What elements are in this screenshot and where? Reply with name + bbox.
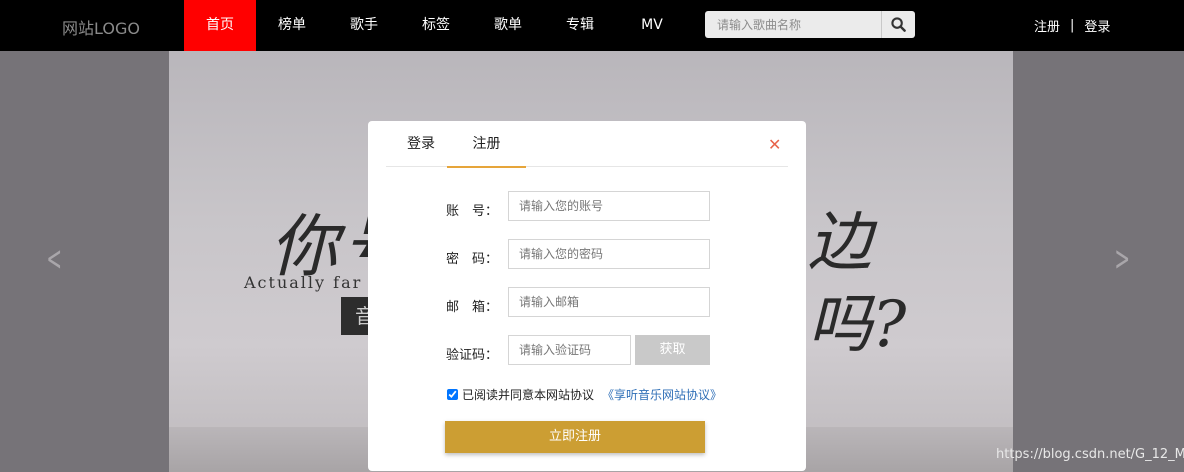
main-nav: 首页 榜单 歌手 标签 歌单 专辑 MV bbox=[184, 0, 688, 51]
nav-item-playlists[interactable]: 歌单 bbox=[472, 0, 544, 51]
watermark: https://blog.csdn.net/G_12_M bbox=[996, 447, 1184, 462]
carousel-next-icon[interactable]: > bbox=[1114, 239, 1130, 279]
nav-item-home[interactable]: 首页 bbox=[184, 0, 256, 51]
password-input[interactable] bbox=[508, 239, 710, 269]
password-label: 密 码： bbox=[446, 252, 499, 267]
email-input[interactable] bbox=[508, 287, 710, 317]
top-nav-bar: 网站LOGO 首页 榜单 歌手 标签 歌单 专辑 MV 注册 | 登录 bbox=[0, 0, 1184, 51]
register-submit-button[interactable]: 立即注册 bbox=[445, 421, 705, 453]
nav-item-singers[interactable]: 歌手 bbox=[328, 0, 400, 51]
nav-item-charts[interactable]: 榜单 bbox=[256, 0, 328, 51]
register-link[interactable]: 注册 bbox=[1034, 16, 1060, 35]
agreement-link[interactable]: 《享听音乐网站协议》 bbox=[602, 386, 722, 403]
modal-tabs: 登录 注册 bbox=[386, 121, 788, 168]
banner-side-left bbox=[0, 51, 169, 472]
carousel-prev-icon[interactable]: < bbox=[46, 239, 62, 279]
account-label: 账 号： bbox=[446, 204, 499, 219]
nav-item-albums[interactable]: 专辑 bbox=[544, 0, 616, 51]
agree-checkbox[interactable] bbox=[447, 389, 458, 400]
banner-calligraphy-right-bottom: 吗? bbox=[808, 288, 907, 362]
email-label: 邮 箱： bbox=[446, 300, 499, 315]
verification-code-input[interactable] bbox=[508, 335, 631, 365]
tab-login[interactable]: 登录 bbox=[386, 121, 456, 167]
search-box bbox=[705, 11, 915, 38]
nav-item-tags[interactable]: 标签 bbox=[400, 0, 472, 51]
auth-separator: | bbox=[1070, 18, 1075, 33]
banner-english-line: Actually far si bbox=[244, 273, 387, 292]
register-modal: 登录 注册 ✕ 账 号： 密 码： 邮 箱： 验证码： 获取 已阅读并同意本网站… bbox=[368, 121, 806, 471]
nav-item-mv[interactable]: MV bbox=[616, 0, 688, 51]
agree-text: 已阅读并同意本网站协议 bbox=[462, 388, 595, 402]
banner-side-right bbox=[1013, 51, 1184, 472]
tab-register[interactable]: 注册 bbox=[447, 121, 526, 168]
banner-calligraphy-right-top: 边 bbox=[808, 206, 872, 280]
account-input[interactable] bbox=[508, 191, 710, 221]
search-input[interactable] bbox=[705, 11, 881, 38]
agreement-row: 已阅读并同意本网站协议 《享听音乐网站协议》 bbox=[447, 386, 722, 403]
login-link[interactable]: 登录 bbox=[1084, 16, 1110, 35]
site-logo[interactable]: 网站LOGO bbox=[62, 15, 140, 39]
get-code-button[interactable]: 获取 bbox=[635, 335, 710, 365]
code-label: 验证码： bbox=[446, 348, 499, 363]
search-icon bbox=[891, 17, 906, 32]
search-button[interactable] bbox=[881, 11, 915, 38]
auth-links: 注册 | 登录 bbox=[1034, 16, 1110, 35]
close-icon[interactable]: ✕ bbox=[768, 135, 781, 154]
